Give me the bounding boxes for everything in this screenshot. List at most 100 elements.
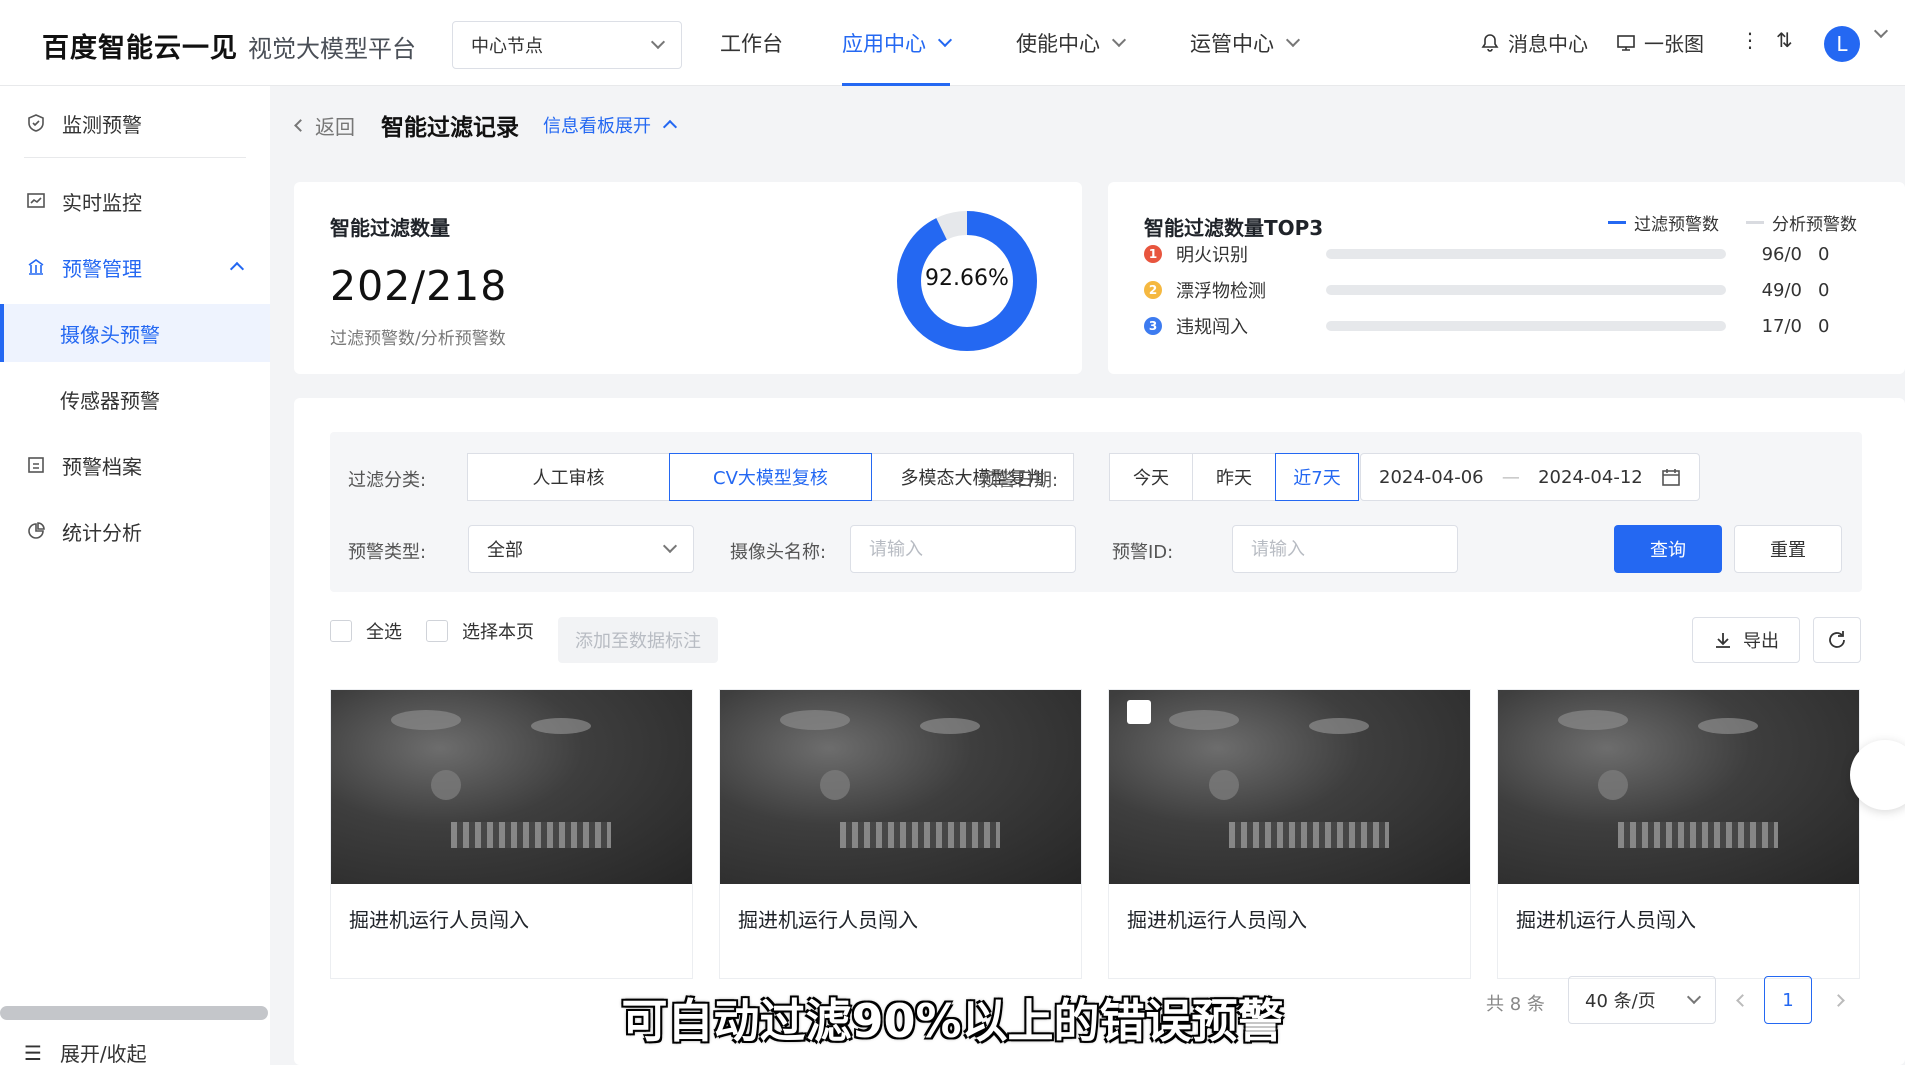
alert-thumbnail[interactable]	[331, 690, 692, 884]
type-select-value: 全部	[487, 540, 523, 561]
messages-button[interactable]: 消息中心	[1480, 28, 1588, 57]
breadcrumb: 返回 智能过滤记录 信息看板展开	[294, 108, 678, 142]
back-button[interactable]: 返回	[294, 111, 355, 140]
date-label: 预警日期:	[980, 470, 1059, 491]
top3-row: 1 明火识别 96/0 0	[1144, 242, 1884, 266]
pie-chart-icon	[24, 519, 48, 543]
card-title: 智能过滤数量TOP3	[1144, 216, 1324, 240]
top3-progress	[1326, 285, 1726, 295]
sidebar-item-realtime[interactable]: 实时监控	[0, 172, 270, 230]
rank-badge-icon: 1	[1144, 245, 1162, 263]
rank-badge-icon: 2	[1144, 281, 1162, 299]
archive-icon	[24, 453, 48, 477]
top3-card: 智能过滤数量TOP3 过滤预警数 分析预警数 1 明火识别 96/0 0 2 漂浮物检测 4…	[1108, 182, 1905, 374]
camera-label: 摄像头名称:	[730, 542, 827, 563]
add-to-annotation-button[interactable]: 添加至数据标注	[558, 617, 718, 663]
checkbox[interactable]	[330, 620, 352, 642]
date-segment: 今天 昨天 近7天	[1109, 453, 1359, 501]
camera-name-field[interactable]	[869, 538, 1057, 560]
select-all-checkbox[interactable]: 全选	[330, 618, 402, 644]
date-today[interactable]: 今天	[1109, 453, 1193, 501]
sidebar-item-sensor-alert[interactable]: 传感器预警	[0, 370, 270, 428]
node-select-value: 中心节点	[471, 36, 543, 57]
chevron-down-icon	[650, 34, 666, 50]
node-select[interactable]: 中心节点	[452, 21, 682, 69]
export-button[interactable]: 导出	[1692, 617, 1800, 663]
alert-card[interactable]: 掘进机运行人员闯入	[1108, 689, 1471, 979]
top3-name: 漂浮物检测	[1176, 281, 1266, 302]
date-7days[interactable]: 近7天	[1275, 453, 1359, 501]
top3-name: 明火识别	[1176, 245, 1248, 266]
avatar[interactable]: L	[1824, 26, 1860, 62]
bell-icon	[1481, 33, 1499, 52]
date-separator: —	[1501, 466, 1520, 488]
nav-enable-center[interactable]: 使能中心	[1016, 0, 1127, 86]
id-label: 预警ID:	[1112, 542, 1174, 563]
calendar-icon	[1662, 469, 1680, 486]
nav-ops-center[interactable]: 运管中心	[1190, 0, 1301, 86]
download-icon	[1716, 633, 1730, 648]
refresh-button[interactable]	[1813, 617, 1861, 663]
sidebar-item-monitor-alert[interactable]: 监测预警	[0, 94, 270, 152]
dashboard-toggle[interactable]: 信息看板展开	[543, 112, 678, 138]
chevron-up-icon	[662, 119, 678, 135]
alert-thumbnail[interactable]	[720, 690, 1081, 884]
one-pic-button[interactable]: 一张图	[1616, 28, 1704, 57]
shield-icon	[24, 111, 48, 135]
top3-name: 违规闯入	[1176, 317, 1248, 338]
top3-progress	[1326, 249, 1726, 259]
top-header: 百度智能云一见 视觉大模型平台 中心节点 工作台 应用中心 使能中心 运管中心 …	[0, 0, 1905, 86]
swap-icon[interactable]: ⇅	[1776, 28, 1793, 52]
chevron-up-icon	[229, 261, 245, 277]
filter-ratio-text: 92.66%	[925, 266, 1009, 291]
sidebar-divider	[24, 157, 246, 158]
page-title: 智能过滤记录	[381, 115, 519, 141]
brand-logo[interactable]: 百度智能云一见	[42, 26, 238, 65]
category-cv[interactable]: CV大模型复核	[669, 453, 872, 501]
top3-value2: 0	[1818, 315, 1830, 337]
alert-id-field[interactable]	[1251, 538, 1439, 560]
date-start: 2024-04-06	[1379, 466, 1484, 488]
type-select[interactable]: 全部	[468, 525, 694, 573]
video-caption: 可自动过滤90%以上的错误预警	[621, 994, 1284, 1048]
sidebar: 监测预警 实时监控 预警管理 摄像头预警 传感器预警 预警档案 统计分析 ☰ 展…	[0, 86, 270, 1065]
chevron-down-icon	[662, 538, 678, 554]
date-yesterday[interactable]: 昨天	[1192, 453, 1276, 501]
alert-id-input[interactable]	[1232, 525, 1458, 573]
select-page-checkbox[interactable]: 选择本页	[426, 618, 534, 644]
sidebar-item-alert-manage[interactable]: 预警管理	[0, 238, 270, 296]
legend-analysis: 分析预警数	[1746, 210, 1857, 235]
query-button[interactable]: 查询	[1614, 525, 1722, 573]
date-end: 2024-04-12	[1538, 466, 1643, 488]
sidebar-item-alert-archive[interactable]: 预警档案	[0, 436, 270, 494]
top3-value2: 0	[1818, 243, 1830, 265]
alert-card[interactable]: 掘进机运行人员闯入	[1497, 689, 1860, 979]
refresh-icon	[1829, 631, 1845, 648]
alert-card[interactable]: 掘进机运行人员闯入	[330, 689, 693, 979]
card-checkbox[interactable]	[1127, 700, 1151, 724]
alert-thumbnail[interactable]	[1109, 690, 1470, 884]
avatar-chevron-icon[interactable]	[1873, 23, 1889, 39]
category-label: 过滤分类:	[348, 470, 427, 491]
top3-row: 3 违规闯入 17/0 0	[1144, 314, 1884, 338]
checkbox[interactable]	[426, 620, 448, 642]
category-manual[interactable]: 人工审核	[467, 453, 670, 501]
top3-value: 96/0	[1761, 243, 1802, 265]
reset-button[interactable]: 重置	[1734, 525, 1842, 573]
sidebar-item-statistics[interactable]: 统计分析	[0, 502, 270, 560]
filter-count-label: 过滤预警数/分析预警数	[330, 329, 506, 349]
alert-card[interactable]: 掘进机运行人员闯入	[719, 689, 1082, 979]
top3-row: 2 漂浮物检测 49/0 0	[1144, 278, 1884, 302]
more-icon[interactable]: ⋮	[1740, 28, 1760, 52]
alert-card-title: 掘进机运行人员闯入	[349, 908, 529, 932]
rank-badge-icon: 3	[1144, 317, 1162, 335]
sidebar-item-camera-alert[interactable]: 摄像头预警	[0, 304, 270, 362]
top3-progress	[1326, 321, 1726, 331]
top3-value: 49/0	[1761, 279, 1802, 301]
nav-app-center[interactable]: 应用中心	[842, 0, 953, 86]
camera-name-input[interactable]	[850, 525, 1076, 573]
alert-thumbnail[interactable]	[1498, 690, 1859, 884]
date-range-picker[interactable]: 2024-04-06 — 2024-04-12	[1360, 453, 1700, 501]
type-label: 预警类型:	[348, 542, 427, 563]
nav-workbench[interactable]: 工作台	[720, 0, 783, 86]
